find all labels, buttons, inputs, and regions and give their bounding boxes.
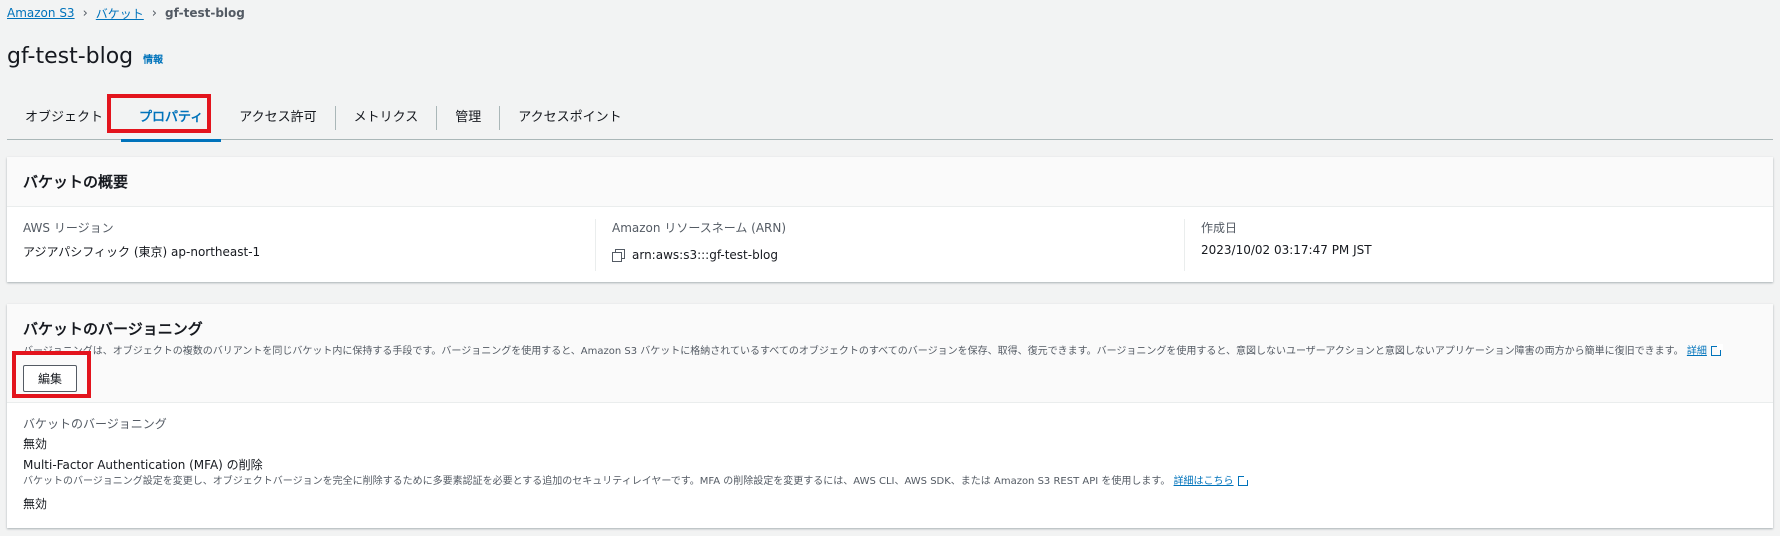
overview-title: バケットの概要: [23, 173, 129, 191]
mfa-description: バケットのバージョニング設定を変更し、オブジェクトバージョンを完全に削除するため…: [23, 474, 1757, 489]
arn-label: Amazon リソースネーム (ARN): [612, 221, 787, 235]
copy-icon[interactable]: [612, 249, 625, 262]
overview-columns: AWS リージョン アジアパシフィック (東京) ap-northeast-1 …: [7, 207, 1773, 283]
tab-access-points[interactable]: アクセスポイント: [499, 105, 639, 130]
mfa-delete-label: Multi-Factor Authentication (MFA) の削除: [23, 458, 263, 472]
arn-column: Amazon リソースネーム (ARN) arn:aws:s3:::gf-tes…: [595, 219, 1184, 271]
region-label: AWS リージョン: [23, 221, 114, 235]
page-title: gf-test-blog: [7, 44, 134, 69]
page-header: gf-test-blog 情報: [7, 44, 163, 69]
versioning-status-label: バケットのバージョニング: [23, 417, 167, 431]
mfa-description-text: バケットのバージョニング設定を変更し、オブジェクトバージョンを完全に削除するため…: [23, 476, 1171, 487]
created-column: 作成日 2023/10/02 03:17:47 PM JST: [1184, 219, 1773, 271]
tab-permissions[interactable]: アクセス許可: [221, 106, 334, 130]
info-link[interactable]: 情報: [143, 51, 163, 66]
breadcrumb-amazon-s3[interactable]: Amazon S3: [7, 6, 75, 20]
arn-row: arn:aws:s3:::gf-test-blog: [612, 248, 1168, 262]
overview-header: バケットの概要: [7, 157, 1773, 207]
tab-management[interactable]: 管理: [436, 105, 499, 130]
versioning-title: バケットのバージョニング: [23, 320, 203, 338]
external-link-icon: [1710, 344, 1723, 356]
versioning-header: バケットのバージョニング バージョニングは、オブジェクトの複数のバリアントを同じ…: [7, 304, 1773, 403]
highlight-box: [107, 94, 211, 133]
versioning-status-value: 無効: [23, 437, 48, 451]
breadcrumb: Amazon S3 › バケット › gf-test-blog: [7, 4, 245, 22]
highlight-box: [12, 351, 91, 398]
versioning-description: バージョニングは、オブジェクトの複数のバリアントを同じバケット内に保持する手段で…: [23, 344, 1757, 359]
bucket-overview-panel: バケットの概要 AWS リージョン アジアパシフィック (東京) ap-nort…: [7, 157, 1773, 282]
versioning-description-text: バージョニングは、オブジェクトの複数のバリアントを同じバケット内に保持する手段で…: [23, 346, 1684, 357]
mfa-details-link[interactable]: 詳細はこちら: [1174, 476, 1234, 487]
tab-objects[interactable]: オブジェクト: [7, 106, 121, 130]
versioning-details-link[interactable]: 詳細: [1687, 346, 1707, 357]
region-value: アジアパシフィック (東京) ap-northeast-1: [23, 245, 261, 259]
versioning-body: バケットのバージョニング 無効 Multi-Factor Authenticat…: [7, 403, 1773, 528]
breadcrumb-current: gf-test-blog: [165, 6, 245, 20]
chevron-right-icon: ›: [151, 5, 157, 21]
mfa-delete-value: 無効: [23, 497, 48, 511]
external-link-icon: [1237, 474, 1250, 486]
tab-bar: オブジェクト プロパティ アクセス許可 メトリクス 管理 アクセスポイント: [7, 96, 1773, 142]
arn-value: arn:aws:s3:::gf-test-blog: [632, 248, 779, 262]
chevron-right-icon: ›: [82, 5, 88, 21]
bucket-versioning-panel: バケットのバージョニング バージョニングは、オブジェクトの複数のバリアントを同じ…: [7, 304, 1773, 528]
created-label: 作成日: [1201, 221, 1238, 235]
tab-metrics[interactable]: メトリクス: [334, 105, 437, 130]
region-column: AWS リージョン アジアパシフィック (東京) ap-northeast-1: [7, 219, 595, 271]
breadcrumb-buckets[interactable]: バケット: [96, 5, 144, 22]
created-value: 2023/10/02 03:17:47 PM JST: [1201, 243, 1372, 257]
